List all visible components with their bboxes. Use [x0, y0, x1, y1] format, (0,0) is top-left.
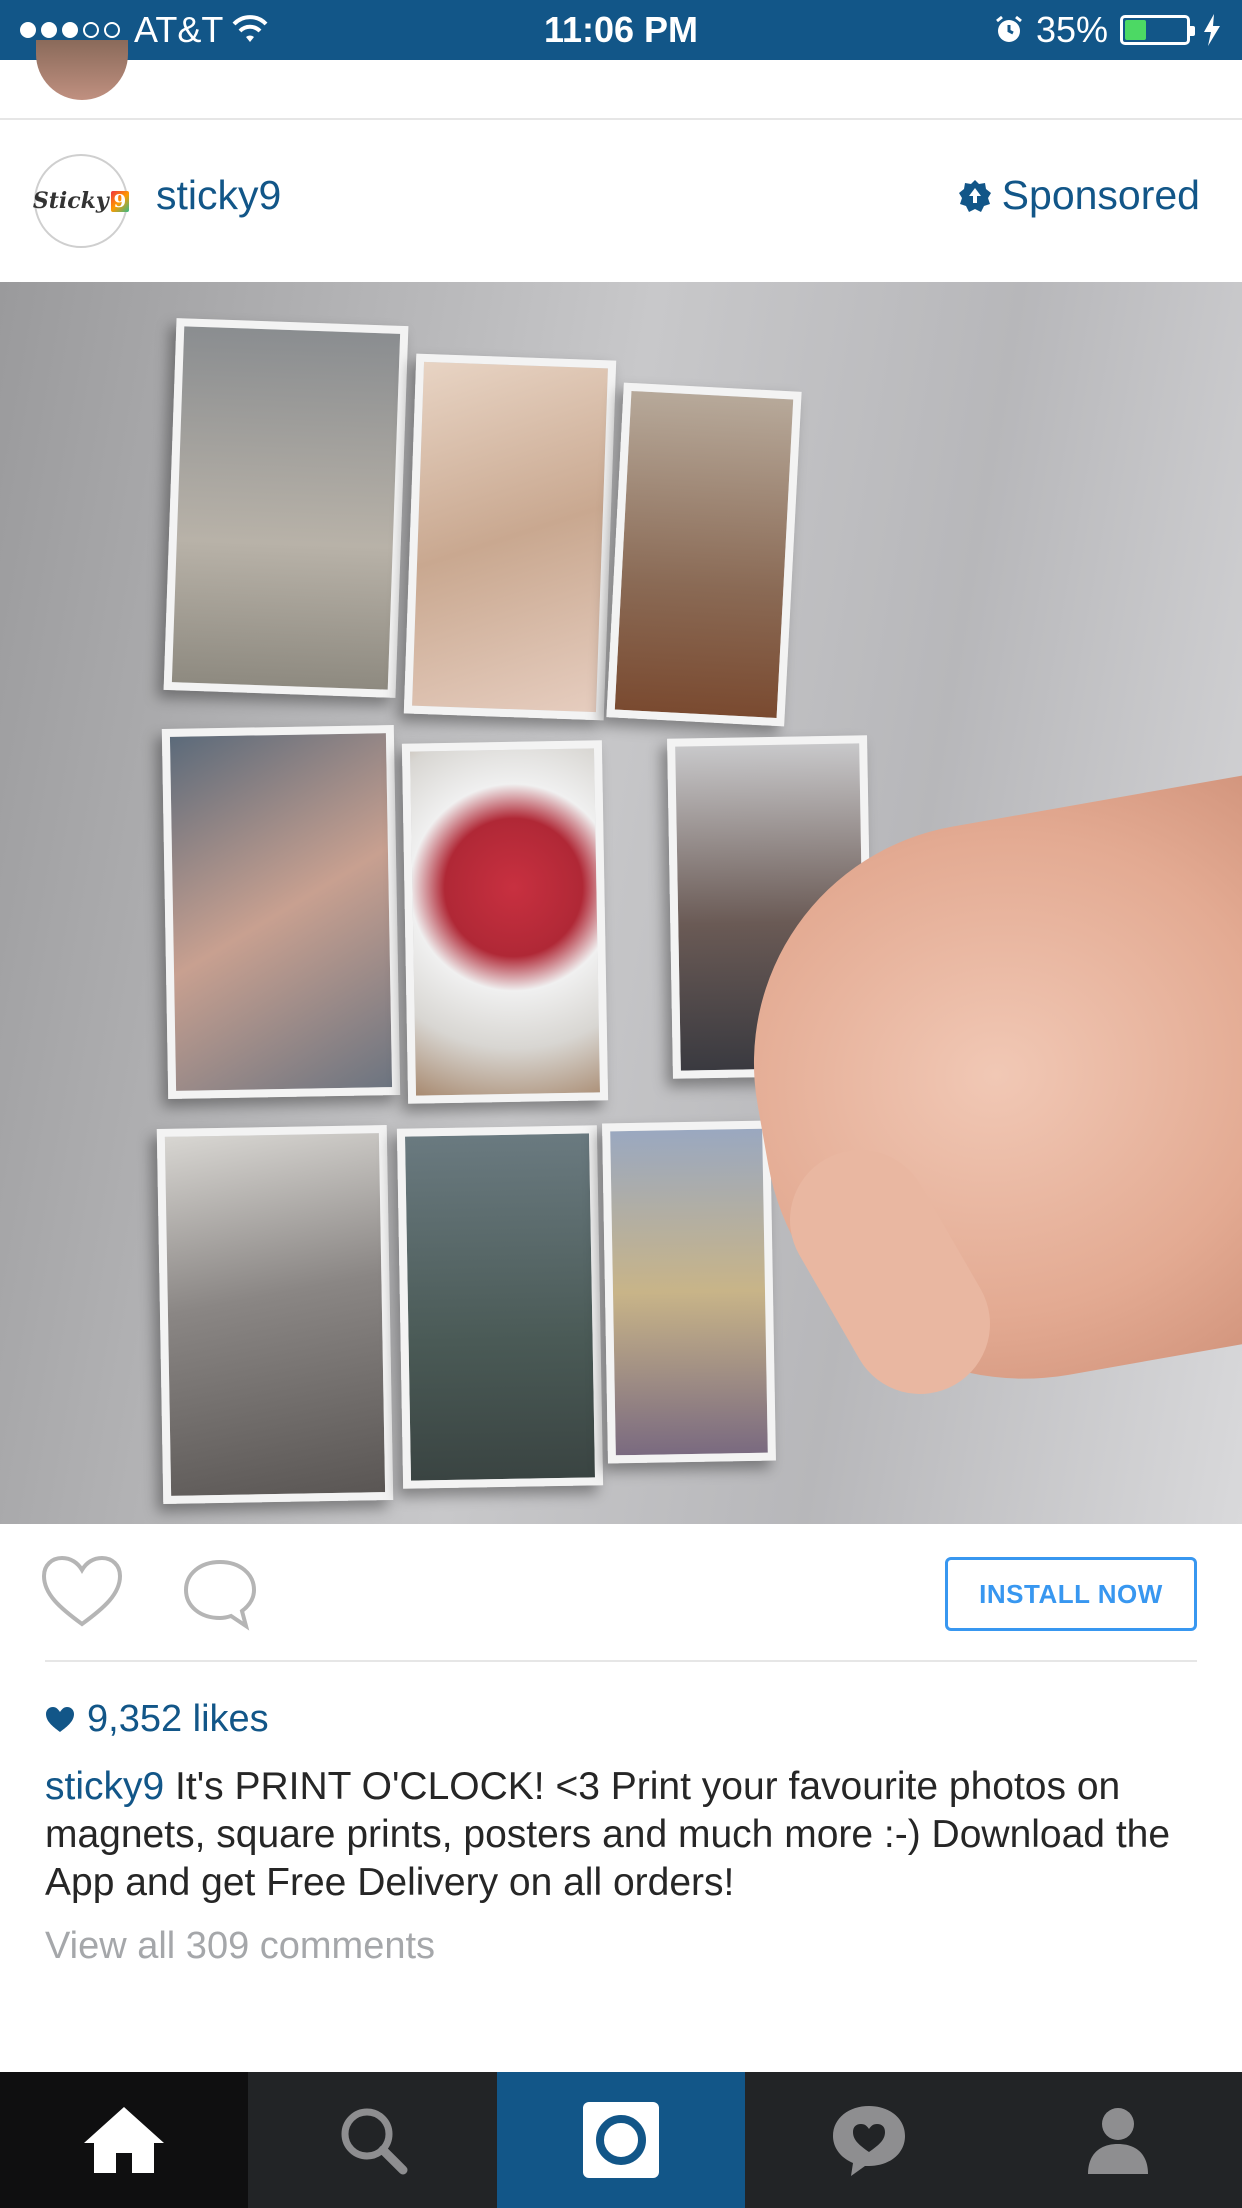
heart-outline-icon [41, 1555, 123, 1627]
tab-bar [0, 2072, 1242, 2208]
caption-username[interactable]: sticky9 [45, 1765, 164, 1808]
status-right: 35% [994, 0, 1222, 60]
search-icon [341, 2108, 408, 2175]
heart-filled-icon [46, 1706, 74, 1732]
avatar[interactable]: Sticky 9 [32, 154, 130, 248]
battery-percent: 35% [1035, 9, 1108, 50]
sponsored-text: Sponsored [1001, 172, 1200, 218]
home-icon [84, 2107, 165, 2173]
tab-home[interactable] [0, 2072, 249, 2208]
status-bar: AT&T 11:06 PM 35% [0, 0, 1242, 60]
camera-icon [582, 2102, 659, 2178]
charging-bolt-icon [1204, 14, 1220, 46]
magnet-photo-clothespins [403, 353, 617, 721]
tab-search[interactable] [248, 2072, 496, 2208]
magnet-photo-man-bike [163, 318, 409, 698]
magnet-photo-raspberries [401, 740, 609, 1104]
magnet-photo-carousel [602, 1120, 776, 1464]
view-all-comments-link[interactable]: View all 309 comments [45, 1925, 435, 1968]
post-caption: sticky9 It's PRINT O'CLOCK! <3 Print you… [45, 1763, 1205, 1907]
magnet-photo-woman-glasses [156, 1125, 394, 1504]
previous-post-footer [0, 40, 1242, 120]
caption-text: It's PRINT O'CLOCK! <3 Print your favour… [45, 1765, 1171, 1904]
previous-post-avatar[interactable] [36, 40, 128, 100]
post-header: Sticky 9 sticky9 Sponsored [0, 120, 1242, 282]
post-username[interactable]: sticky9 [156, 172, 281, 219]
post-actions: INSTALL NOW [0, 1524, 1242, 1662]
like-button[interactable] [40, 1554, 124, 1630]
actions-divider [45, 1660, 1197, 1662]
battery-level [1125, 20, 1146, 40]
magnet-photo-sparkler [396, 1125, 604, 1489]
magnet-photo-hands-ring [161, 725, 401, 1099]
install-now-button[interactable]: INSTALL NOW [945, 1557, 1197, 1631]
likes-text: 9,352 likes [87, 1698, 269, 1740]
avatar-logo-badge: 9 [110, 190, 130, 212]
battery-icon [1120, 15, 1195, 45]
likes-count[interactable]: 9,352 likes [45, 1698, 269, 1741]
post-image[interactable] [0, 282, 1242, 1524]
tab-profile[interactable] [994, 2072, 1242, 2208]
magnet-photo-bicycle [606, 382, 802, 727]
profile-icon [1087, 2108, 1148, 2174]
comment-bubble-icon [183, 1559, 257, 1631]
avatar-logo-text: Sticky [32, 188, 109, 214]
sponsored-icon [958, 179, 991, 212]
tab-camera[interactable] [496, 2072, 746, 2208]
sponsored-label[interactable]: Sponsored [958, 172, 1200, 219]
tab-activity[interactable] [745, 2072, 993, 2208]
alarm-icon [996, 15, 1022, 42]
heart-bubble-icon [833, 2106, 906, 2176]
comment-button[interactable] [180, 1556, 260, 1632]
